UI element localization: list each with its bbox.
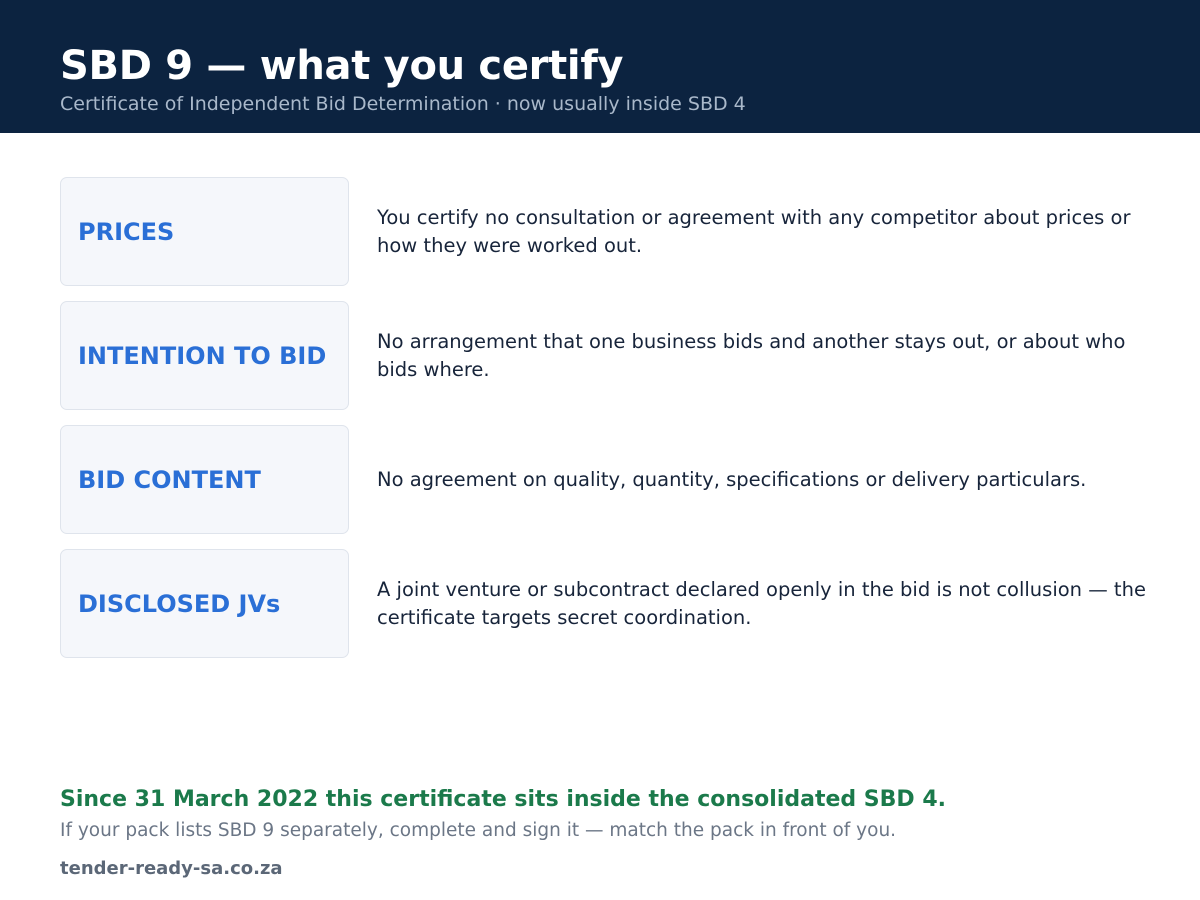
row-label-intention-to-bid: INTENTION TO BID	[60, 301, 349, 410]
row-description-intention-to-bid: No arrangement that one business bids an…	[377, 329, 1126, 381]
footer-highlight: Since 31 March 2022 this certificate sit…	[60, 787, 946, 812]
certification-row-prices: PRICES You certify no consultation or ag…	[60, 176, 1150, 287]
footer-website: tender-ready-sa.co.za	[60, 858, 283, 879]
row-description-prices: You certify no consultation or agreement…	[377, 205, 1131, 257]
row-description-bid-content: No agreement on quality, quantity, speci…	[377, 467, 1087, 491]
row-description-disclosed-jvs: A joint venture or subcontract declared …	[377, 577, 1146, 629]
page-subtitle: Certificate of Independent Bid Determina…	[60, 93, 746, 115]
certification-row-bid-content: BID CONTENT No agreement on quality, qua…	[60, 424, 1150, 535]
certification-list: PRICES You certify no consultation or ag…	[60, 176, 1150, 672]
certification-row-disclosed-jvs: DISCLOSED JVs A joint venture or subcont…	[60, 548, 1150, 659]
row-label-disclosed-jvs: DISCLOSED JVs	[60, 549, 349, 658]
footer-note: If your pack lists SBD 9 separately, com…	[60, 820, 897, 841]
row-label-bid-content: BID CONTENT	[60, 425, 349, 534]
certification-row-intention-to-bid: INTENTION TO BID No arrangement that one…	[60, 300, 1150, 411]
page-title: SBD 9 — what you certify	[60, 43, 624, 89]
row-label-prices: PRICES	[60, 177, 349, 286]
header-banner: SBD 9 — what you certify Certificate of …	[0, 0, 1200, 133]
